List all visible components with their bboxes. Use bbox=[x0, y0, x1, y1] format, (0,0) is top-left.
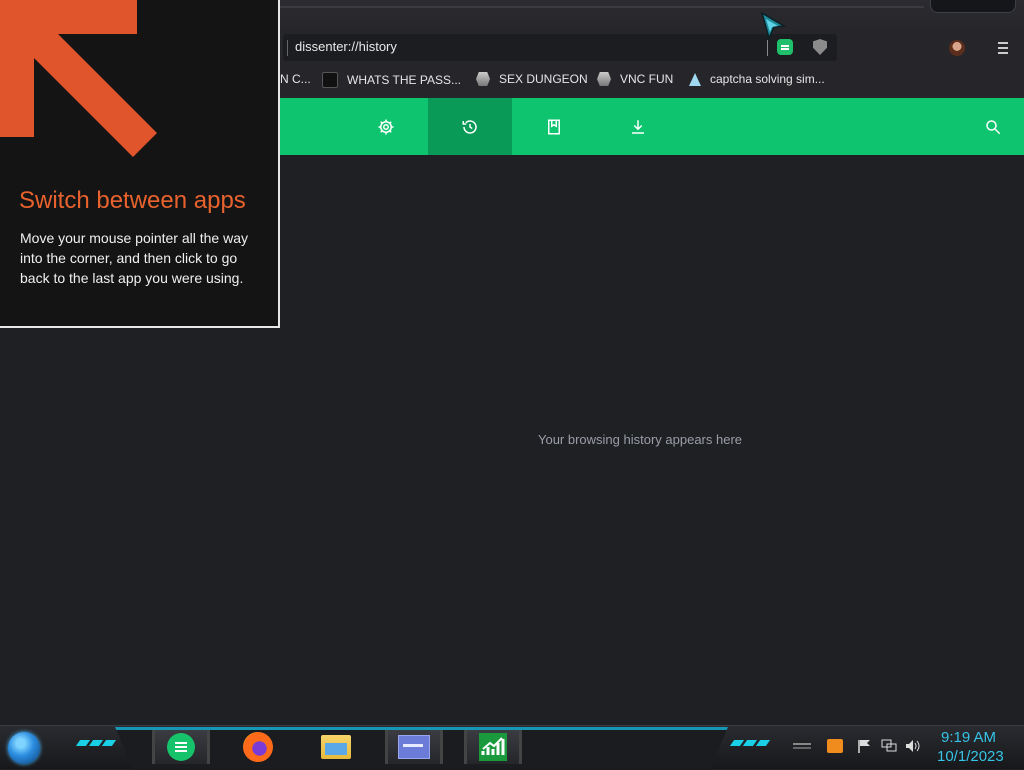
bookmark-label: SEX DUNGEON bbox=[499, 72, 588, 86]
firefox-icon[interactable] bbox=[232, 730, 284, 764]
address-bar[interactable]: dissenter://history bbox=[283, 34, 837, 61]
file-explorer-icon[interactable] bbox=[310, 730, 362, 764]
show-hidden-icons-icon[interactable] bbox=[793, 739, 811, 753]
bookmark-item[interactable]: WHATS THE PASS... bbox=[322, 72, 461, 88]
bookmark-item[interactable]: N C... bbox=[280, 72, 311, 86]
mouse-cursor-icon bbox=[760, 12, 786, 40]
corner-arrow-icon bbox=[0, 0, 157, 157]
tab-history[interactable] bbox=[428, 98, 512, 155]
tab-downloads[interactable] bbox=[596, 98, 680, 155]
tab-bookmarks[interactable] bbox=[512, 98, 596, 155]
bookmark-item[interactable]: VNC FUN bbox=[597, 72, 673, 86]
chat-extension-icon[interactable] bbox=[777, 39, 793, 55]
taskbar: 9:19 AM 10/1/2023 bbox=[0, 725, 1024, 770]
volume-icon[interactable] bbox=[905, 739, 921, 753]
notes-icon[interactable] bbox=[827, 739, 843, 753]
chat-app-icon[interactable] bbox=[152, 730, 210, 764]
bookmark-label: WHATS THE PASS... bbox=[347, 73, 462, 87]
search-button[interactable] bbox=[951, 98, 1024, 155]
gear-icon bbox=[378, 119, 394, 134]
taskbar-decoration bbox=[75, 740, 117, 746]
bookmark-item[interactable]: SEX DUNGEON bbox=[476, 72, 588, 86]
shield-icon[interactable] bbox=[813, 39, 827, 55]
tab-settings[interactable] bbox=[344, 98, 428, 155]
menu-icon[interactable] bbox=[998, 42, 1008, 54]
bookmark-label: captcha solving sim... bbox=[710, 72, 825, 86]
clock-date[interactable]: 10/1/2023 bbox=[937, 748, 1004, 765]
window-app-icon[interactable] bbox=[385, 730, 443, 764]
clock-time[interactable]: 9:19 AM bbox=[941, 729, 996, 746]
download-icon bbox=[632, 119, 644, 134]
network-icon[interactable] bbox=[881, 739, 897, 753]
tip-title: Switch between apps bbox=[19, 187, 246, 214]
stocks-app-icon[interactable] bbox=[464, 730, 522, 764]
titlebar-decoration bbox=[280, 6, 924, 8]
window-controls[interactable] bbox=[930, 0, 1016, 13]
switch-apps-tip: Switch between apps Move your mouse poin… bbox=[0, 0, 280, 328]
address-input[interactable]: dissenter://history bbox=[295, 39, 397, 54]
bookmark-icon bbox=[548, 119, 560, 134]
bookmark-item[interactable]: captcha solving sim... bbox=[689, 72, 825, 86]
flag-icon[interactable] bbox=[857, 739, 873, 753]
address-separator bbox=[287, 40, 288, 56]
avatar[interactable] bbox=[949, 40, 965, 56]
bookmark-label: N C... bbox=[280, 72, 311, 86]
bookmark-label: VNC FUN bbox=[620, 72, 674, 86]
empty-history-message: Your browsing history appears here bbox=[537, 432, 743, 447]
sticker-icon bbox=[597, 72, 611, 86]
history-icon bbox=[462, 119, 477, 134]
tip-body: Move your mouse pointer all the way into… bbox=[20, 230, 248, 286]
search-icon bbox=[986, 119, 1001, 134]
dark-square-icon bbox=[322, 72, 338, 88]
taskbar-decoration bbox=[729, 740, 771, 746]
start-button[interactable] bbox=[8, 732, 40, 764]
sticker-icon bbox=[476, 72, 490, 86]
caret-logo-icon bbox=[689, 72, 701, 86]
address-divider bbox=[767, 40, 768, 56]
